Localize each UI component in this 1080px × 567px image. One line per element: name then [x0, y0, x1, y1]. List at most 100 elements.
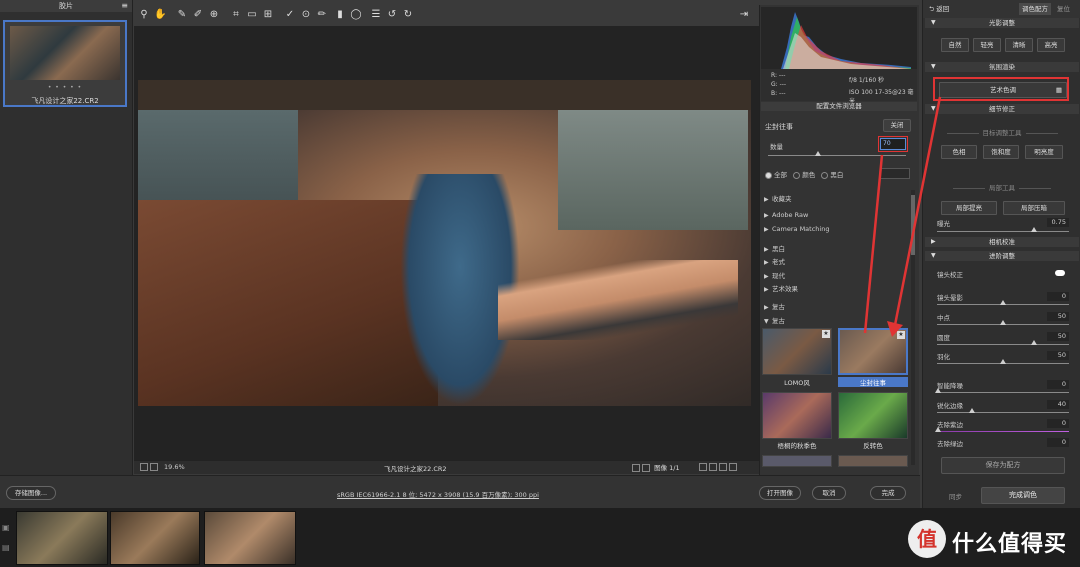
graduated-filter-icon[interactable]: ▮ — [334, 9, 346, 21]
thumbnail-image — [10, 26, 120, 80]
film-thumb[interactable] — [110, 511, 200, 565]
sync-button[interactable]: 同步 — [949, 491, 962, 503]
category-modern[interactable]: ▶ 现代 — [764, 270, 785, 280]
image-icon: ▣ — [2, 523, 10, 532]
profile-thumb-reverse[interactable] — [838, 392, 908, 439]
exposure-slider[interactable] — [937, 231, 1069, 232]
sharpen-knob[interactable] — [969, 408, 975, 413]
lens-correction-toggle[interactable] — [1055, 270, 1065, 276]
filter-color-radio[interactable] — [793, 171, 801, 179]
rotate-right-icon[interactable]: ↻ — [402, 9, 414, 21]
image-navigator: 图像 1/1 — [632, 462, 680, 472]
light-bright-button[interactable]: 轻亮 — [973, 38, 1001, 52]
category-adobe-raw[interactable]: ▶ Adobe Raw — [764, 211, 808, 219]
image-count: 图像 1/1 — [654, 464, 680, 472]
red-eye-icon[interactable]: ⊙ — [300, 9, 312, 21]
finish-button[interactable]: 完成调色 — [981, 487, 1065, 504]
done-button[interactable]: 完成 — [870, 486, 906, 500]
light-natural-button[interactable]: 自然 — [941, 38, 969, 52]
category-artistic[interactable]: ▶ 艺术效果 — [764, 283, 798, 293]
noise-knob[interactable] — [935, 388, 941, 393]
next-image-button[interactable] — [642, 464, 650, 472]
prev-image-button[interactable] — [632, 464, 640, 472]
exposure-knob[interactable] — [1031, 227, 1037, 232]
filter-bw-radio[interactable] — [821, 171, 829, 179]
roundness-slider[interactable] — [937, 344, 1069, 345]
section-style[interactable]: ▼ 氛围渲染 — [925, 62, 1079, 72]
radial-filter-icon[interactable]: ◯ — [350, 9, 362, 21]
section-light[interactable]: ▼ 光影调整 — [925, 18, 1079, 28]
noise-slider[interactable] — [937, 392, 1069, 393]
readout-r: R: --- — [771, 72, 786, 79]
rotate-left-icon[interactable]: ↺ — [386, 9, 398, 21]
transform-icon[interactable]: ⊞ — [262, 9, 274, 21]
save-image-button[interactable]: 存储图像... — [6, 486, 56, 500]
film-thumb[interactable] — [204, 511, 296, 565]
exposure-row: 曝光 0.75 — [937, 218, 1069, 228]
adjustment-brush-icon[interactable]: ✏ — [316, 9, 328, 21]
roundness-knob[interactable] — [1031, 340, 1037, 345]
category-favorites[interactable]: ▶ 收藏夹 — [764, 193, 792, 203]
list-icon[interactable]: ☰ — [370, 9, 382, 21]
view-before-after-button[interactable] — [709, 463, 717, 471]
zoom-level[interactable]: 19.6% — [164, 463, 185, 471]
filter-all-radio[interactable] — [765, 171, 772, 179]
purple-slider[interactable] — [937, 431, 1069, 432]
workflow-options-link[interactable]: sRGB IEC61966-2.1 8 位; 5472 x 3908 (15.9… — [337, 489, 539, 499]
swap-button[interactable] — [719, 463, 727, 471]
spot-removal-icon[interactable]: ✓ — [284, 9, 296, 21]
profile-thumb-autumn[interactable] — [762, 392, 832, 439]
hand-icon[interactable]: ✋ — [154, 9, 166, 21]
amount-slider-knob[interactable] — [815, 151, 821, 156]
view-settings-button[interactable] — [729, 463, 737, 471]
color-sampler-icon[interactable]: ✐ — [192, 9, 204, 21]
category-retro-1[interactable]: ▶ 复古 — [764, 301, 785, 311]
open-image-button[interactable]: 打开图像 — [759, 486, 801, 500]
zoom-in-button[interactable] — [150, 463, 158, 471]
view-y-button[interactable] — [699, 463, 707, 471]
sharpen-slider[interactable] — [937, 412, 1069, 413]
reset-button[interactable]: 复位 — [1057, 3, 1070, 15]
purple-knob[interactable] — [935, 427, 941, 432]
highlight-box — [933, 77, 1069, 101]
profile-thumb-label: 梧桐的秋季色 — [777, 442, 817, 450]
save-recipe-button[interactable]: 保存为配方 — [941, 457, 1065, 474]
saturation-button[interactable]: 饱和度 — [983, 145, 1019, 159]
exposure-value[interactable]: 0.75 — [1047, 218, 1069, 227]
local-darken-button[interactable]: 局部压暗 — [1003, 201, 1065, 215]
category-bw[interactable]: ▶ 黑白 — [764, 243, 785, 253]
category-retro-2[interactable]: ▼ 复古 — [764, 315, 785, 325]
film-thumb[interactable] — [16, 511, 108, 565]
cancel-button[interactable]: 取消 — [812, 486, 846, 500]
rating-stars[interactable]: • • • • • — [5, 84, 125, 91]
thumbnail-filename: 飞凡设计之家22.CR2 — [31, 97, 99, 105]
feather-knob[interactable] — [1000, 359, 1006, 364]
back-button[interactable]: ⮌ 返回 — [929, 3, 949, 15]
midpoint-knob[interactable] — [1000, 320, 1006, 325]
light-highlight-button[interactable]: 高亮 — [1037, 38, 1065, 52]
profile-thumb[interactable] — [762, 455, 832, 467]
target-tool-subtitle: 目标调整工具 — [933, 127, 1071, 137]
luminance-button[interactable]: 明亮度 — [1025, 145, 1063, 159]
profile-thumb[interactable] — [838, 455, 908, 467]
readout-b: B: --- — [771, 90, 786, 97]
zoom-icon[interactable]: ⚲ — [138, 9, 150, 21]
straighten-icon[interactable]: ▭ — [246, 9, 258, 21]
tab-recipe[interactable]: 调色配方 — [1019, 3, 1051, 15]
light-clear-button[interactable]: 清晰 — [1005, 38, 1033, 52]
favorite-star-icon[interactable]: ★ — [822, 330, 830, 338]
fullscreen-icon[interactable]: ⇥ — [738, 9, 750, 21]
vignette-knob[interactable] — [1000, 300, 1006, 305]
zoom-out-button[interactable] — [140, 463, 148, 471]
category-vintage[interactable]: ▶ 老式 — [764, 256, 785, 266]
target-adjust-icon[interactable]: ⊕ — [208, 9, 220, 21]
histogram — [761, 7, 917, 69]
white-balance-icon[interactable]: ✎ — [176, 9, 188, 21]
preview-photo[interactable] — [138, 80, 751, 406]
menu-icon[interactable]: ≡ — [121, 0, 128, 12]
category-camera-matching[interactable]: ▶ Camera Matching — [764, 225, 829, 233]
crop-icon[interactable]: ⌗ — [230, 9, 242, 21]
bottom-bar: 存储图像... sRGB IEC61966-2.1 8 位; 5472 x 39… — [0, 475, 920, 508]
filmstrip-thumbnail[interactable]: • • • • • 飞凡设计之家22.CR2 — [3, 20, 127, 107]
profile-thumb-lomo[interactable]: ★ — [762, 328, 832, 375]
